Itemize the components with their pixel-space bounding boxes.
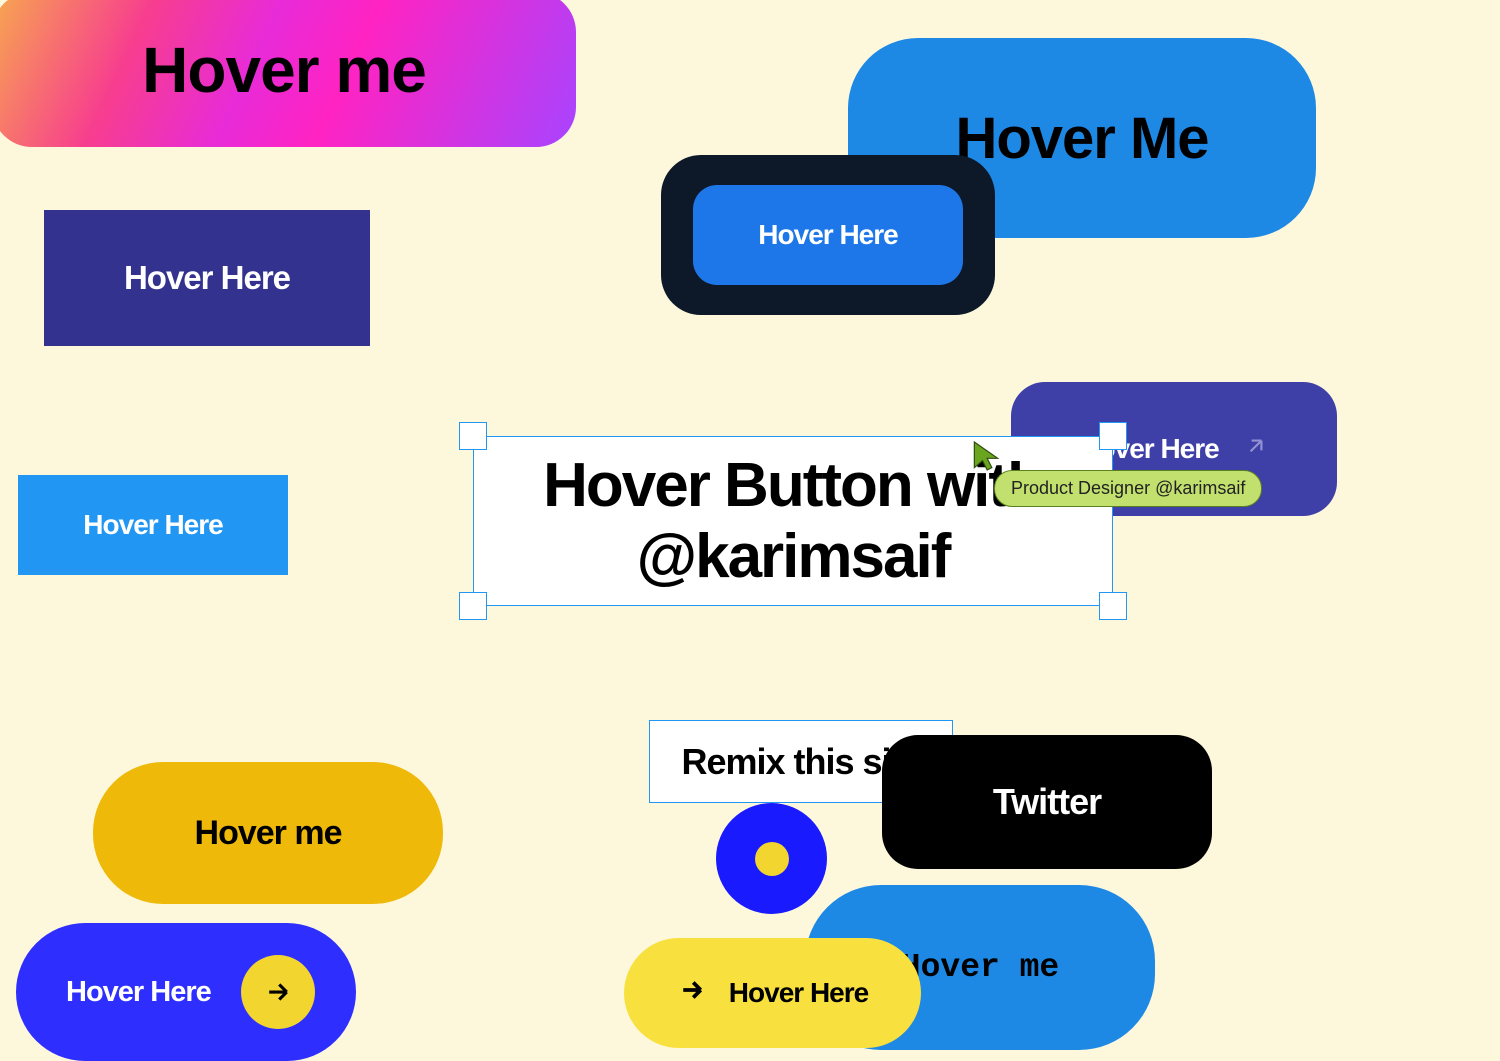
arrow-right-icon: [677, 975, 707, 1012]
dark-framed-button-container: Hover Here: [661, 155, 995, 315]
button-label: Hover Me: [955, 105, 1208, 172]
selection-handle[interactable]: [459, 422, 487, 450]
button-label: Hover me: [195, 814, 342, 853]
button-label: Hover Here: [729, 977, 868, 1009]
selection-handle[interactable]: [1099, 422, 1127, 450]
arrow-up-right-icon: [1243, 433, 1269, 466]
tooltip-text: Product Designer @karimsaif: [1011, 478, 1245, 498]
indigo-hover-button[interactable]: Hover Here: [44, 210, 370, 346]
record-dot-icon: [716, 803, 827, 914]
button-label: Hover me: [901, 949, 1059, 986]
button-label: Twitter: [993, 781, 1101, 823]
blue-arrow-circle-button[interactable]: Hover Here: [16, 923, 356, 1061]
button-label: Hover me: [142, 33, 426, 107]
arrow-right-icon: [241, 955, 315, 1029]
button-label: Hover Here: [758, 219, 897, 251]
selection-handle[interactable]: [1099, 592, 1127, 620]
button-label: Hover Here: [124, 259, 290, 297]
yellow-arrow-left-button[interactable]: Hover Here: [624, 938, 921, 1048]
button-label: Hover Here: [66, 976, 211, 1009]
cursor-tooltip: Product Designer @karimsaif: [994, 470, 1262, 507]
lightblue-hover-button[interactable]: Hover Here: [18, 475, 288, 575]
selection-title-frame[interactable]: Hover Button with @karimsaif: [473, 436, 1113, 606]
yellow-pill-button[interactable]: Hover me: [93, 762, 443, 904]
button-label: Hover Here: [83, 509, 222, 541]
twitter-button[interactable]: Twitter: [882, 735, 1212, 869]
dark-framed-button[interactable]: Hover Here: [693, 185, 963, 285]
gradient-hover-button[interactable]: Hover me: [0, 0, 576, 147]
selection-handle[interactable]: [459, 592, 487, 620]
